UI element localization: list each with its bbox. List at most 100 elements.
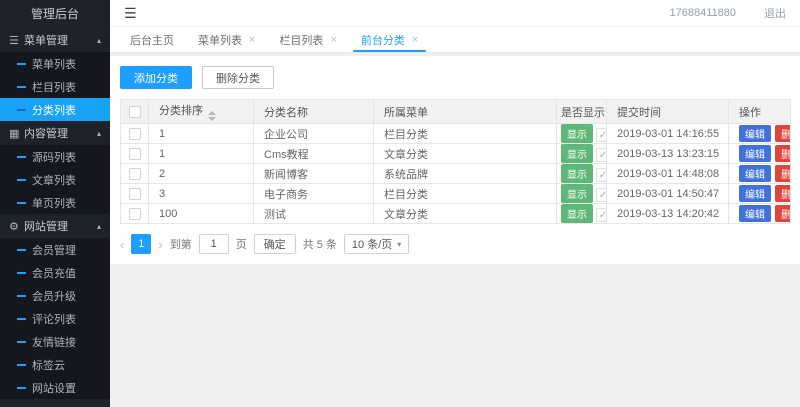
- row-checkbox[interactable]: [128, 167, 141, 180]
- sidebar-item-page-list[interactable]: 单页列表: [0, 191, 110, 214]
- check-icon[interactable]: ✓: [596, 148, 606, 163]
- sidebar-item-label: 标签云: [32, 359, 65, 372]
- sidebar-item-member-manage[interactable]: 会员管理: [0, 238, 110, 261]
- select-all-checkbox[interactable]: [128, 105, 141, 118]
- add-category-button[interactable]: 添加分类: [120, 66, 192, 89]
- user-phone[interactable]: 17688411880: [670, 7, 736, 19]
- logout-button[interactable]: 退出: [764, 5, 786, 21]
- section-label: 网站管理: [24, 221, 68, 233]
- menu-icon: ☰: [9, 34, 19, 47]
- visible-badge[interactable]: 显示: [561, 184, 593, 203]
- sidebar-item-member-recharge[interactable]: 会员充值: [0, 261, 110, 284]
- delete-button[interactable]: 删除: [775, 205, 790, 222]
- cell-time: 2019-03-01 14:48:08: [606, 163, 729, 184]
- sidebar-item-source-list[interactable]: 源码列表: [0, 145, 110, 168]
- hamburger-icon[interactable]: ☰: [124, 5, 137, 22]
- sidebar-section-content-manage[interactable]: ▦ 内容管理 ▴: [0, 121, 110, 145]
- per-page-select[interactable]: 10 条/页 ▾: [343, 234, 410, 254]
- edit-button[interactable]: 编辑: [739, 145, 771, 162]
- dash-icon: [17, 108, 26, 111]
- delete-button[interactable]: 删除: [775, 165, 790, 182]
- row-checkbox[interactable]: [128, 127, 141, 140]
- cell-menu: 系统品牌: [373, 163, 557, 184]
- cell-order: 2: [148, 163, 254, 184]
- sidebar-item-comment-list[interactable]: 评论列表: [0, 307, 110, 330]
- sidebar-item-column-list[interactable]: 栏目列表: [0, 75, 110, 98]
- dash-icon: [17, 340, 26, 343]
- category-table: 分类排序 分类名称 所属菜单 是否显示 提交时间 操作 1 企业公司 栏目分类 …: [120, 99, 791, 224]
- page-number-current[interactable]: 1: [131, 234, 152, 254]
- header-actions: 操作: [728, 99, 791, 124]
- sidebar-item-menu-list[interactable]: 菜单列表: [0, 52, 110, 75]
- check-icon[interactable]: ✓: [596, 208, 606, 223]
- tab-front-category[interactable]: 前台分类 ×: [349, 27, 430, 52]
- sidebar-item-label: 文章列表: [32, 174, 76, 187]
- delete-button[interactable]: 删除: [775, 125, 790, 142]
- tab-menu-list[interactable]: 菜单列表 ×: [186, 27, 267, 52]
- edit-button[interactable]: 编辑: [739, 125, 771, 142]
- cell-menu: 文章分类: [373, 143, 557, 164]
- page-unit-label: 页: [235, 239, 247, 251]
- toolbar: 添加分类 删除分类: [120, 66, 790, 89]
- sort-icon[interactable]: [208, 111, 216, 121]
- check-icon[interactable]: ✓: [596, 188, 606, 203]
- dash-icon: [17, 248, 26, 251]
- tab-home[interactable]: 后台主页: [118, 27, 186, 52]
- tab-label: 后台主页: [130, 34, 174, 47]
- sidebar-item-category-list[interactable]: 分类列表: [0, 98, 110, 121]
- main-area: ☰ 17688411880 退出 后台主页 菜单列表 × 栏目列表 × 前台分类 × …: [110, 0, 800, 407]
- row-checkbox[interactable]: [128, 147, 141, 160]
- prev-page-icon[interactable]: ‹: [120, 237, 124, 252]
- header-name: 分类名称: [253, 99, 374, 124]
- caret-up-icon: ▴: [96, 35, 101, 45]
- per-page-value: 10 条/页: [351, 239, 393, 251]
- header-visible: 是否显示: [556, 99, 607, 124]
- visible-badge[interactable]: 显示: [561, 204, 593, 223]
- goto-page-input[interactable]: [198, 234, 229, 254]
- row-checkbox[interactable]: [128, 187, 141, 200]
- edit-button[interactable]: 编辑: [739, 165, 771, 182]
- sidebar-item-site-settings[interactable]: 网站设置: [0, 376, 110, 399]
- dash-icon: [17, 363, 26, 366]
- delete-category-button[interactable]: 删除分类: [202, 66, 274, 89]
- next-page-icon[interactable]: ›: [158, 237, 162, 252]
- cell-order: 3: [148, 183, 254, 204]
- tab-column-list[interactable]: 栏目列表 ×: [267, 27, 348, 52]
- dash-icon: [17, 201, 26, 204]
- sidebar-item-label: 栏目列表: [32, 81, 76, 94]
- sidebar-item-label: 单页列表: [32, 197, 76, 210]
- check-icon[interactable]: ✓: [596, 128, 606, 143]
- sidebar-item-label: 菜单列表: [32, 58, 76, 71]
- close-tab-icon[interactable]: ×: [330, 34, 336, 46]
- content-icon: ▦: [9, 127, 20, 140]
- delete-button[interactable]: 删除: [775, 145, 790, 162]
- sidebar-item-tag-cloud[interactable]: 标签云: [0, 353, 110, 376]
- visible-badge[interactable]: 显示: [561, 144, 593, 163]
- table-row: 1 企业公司 栏目分类 显示✓ 2019-03-01 14:16:55 编辑删除: [120, 123, 791, 144]
- edit-button[interactable]: 编辑: [739, 205, 771, 222]
- cell-name: Cms教程: [253, 143, 374, 164]
- header-order[interactable]: 分类排序: [159, 105, 203, 117]
- close-tab-icon[interactable]: ×: [249, 34, 255, 46]
- close-tab-icon[interactable]: ×: [412, 34, 418, 46]
- delete-button[interactable]: 删除: [775, 185, 790, 202]
- check-icon[interactable]: ✓: [596, 168, 606, 183]
- sidebar-item-member-upgrade[interactable]: 会员升级: [0, 284, 110, 307]
- total-count-label: 共 5 条: [302, 239, 337, 251]
- sidebar-item-friend-links[interactable]: 友情链接: [0, 330, 110, 353]
- sidebar-section-menu-manage[interactable]: ☰ 菜单管理 ▴: [0, 28, 110, 52]
- visible-badge[interactable]: 显示: [561, 164, 593, 183]
- row-checkbox[interactable]: [128, 207, 141, 220]
- confirm-page-button[interactable]: 确定: [253, 234, 296, 254]
- header-menu: 所属菜单: [373, 99, 557, 124]
- dash-icon: [17, 386, 26, 389]
- goto-label: 到第: [169, 239, 192, 251]
- sidebar-section-site-manage[interactable]: ⚙ 网站管理 ▴: [0, 214, 110, 238]
- table-row: 2 新闻博客 系统品牌 显示✓ 2019-03-01 14:48:08 编辑删除: [120, 163, 791, 184]
- submenu-site-manage: 会员管理 会员充值 会员升级 评论列表 友情链接 标签云 网站设置: [0, 238, 110, 399]
- dash-icon: [17, 62, 26, 65]
- edit-button[interactable]: 编辑: [739, 185, 771, 202]
- visible-badge[interactable]: 显示: [561, 124, 593, 143]
- sidebar-item-article-list[interactable]: 文章列表: [0, 168, 110, 191]
- cell-name: 测试: [253, 203, 374, 224]
